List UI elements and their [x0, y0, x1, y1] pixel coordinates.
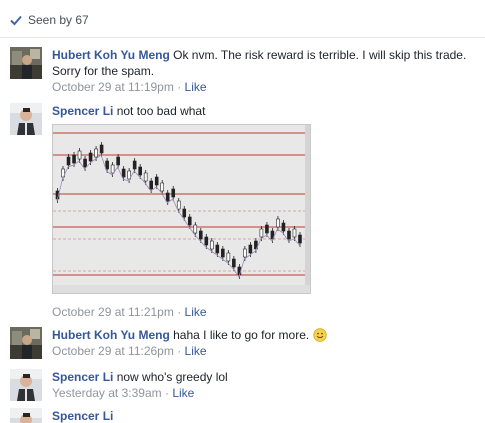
comment-timestamp[interactable]: October 29 at 11:26pm	[52, 344, 174, 358]
candle-body	[248, 244, 253, 254]
candle-body	[160, 182, 165, 192]
candle-body	[292, 228, 297, 238]
candle-body	[99, 144, 104, 154]
comment-author[interactable]: Spencer Li	[52, 409, 113, 423]
candle-body	[276, 218, 280, 228]
candle-body	[221, 248, 225, 258]
like-link[interactable]: Like	[185, 80, 207, 94]
candle-body	[243, 248, 247, 258]
candle-body	[143, 172, 148, 182]
candle-body	[287, 230, 291, 240]
smiley-emoji-icon	[312, 328, 327, 342]
candle-body	[182, 208, 187, 218]
comment-text: not too bad what	[116, 104, 206, 118]
candle-body	[187, 216, 192, 226]
candle-body	[83, 158, 87, 168]
avatar[interactable]	[10, 327, 42, 359]
meta-separator: ·	[177, 305, 182, 319]
candle-body	[281, 222, 286, 232]
meta-separator: ·	[177, 80, 182, 94]
candle-body	[149, 180, 153, 190]
candle-body	[171, 188, 176, 198]
candle-body	[72, 154, 76, 164]
avatar[interactable]	[10, 408, 42, 423]
candle-body	[105, 160, 109, 170]
avatar[interactable]	[10, 103, 42, 135]
candle-body	[154, 176, 159, 186]
comment-timestamp[interactable]: October 29 at 11:21pm	[52, 305, 174, 319]
candle-body	[138, 166, 142, 176]
candlestick-chart-image	[53, 125, 310, 293]
candle-body	[204, 236, 209, 246]
candle-body	[116, 156, 120, 166]
like-link[interactable]: Like	[185, 344, 207, 358]
attached-chart-image[interactable]	[52, 124, 311, 294]
seen-by-indicator[interactable]: Seen by 67	[9, 10, 89, 30]
comment-text: now who's greedy lol	[116, 370, 228, 384]
candle-body	[66, 156, 71, 166]
avatar[interactable]	[10, 47, 42, 79]
comment-author[interactable]: Spencer Li	[52, 370, 113, 384]
candle-body	[232, 258, 236, 268]
divider	[0, 37, 485, 38]
candle-body	[198, 230, 203, 240]
candle-body	[94, 148, 98, 158]
candle-body	[165, 192, 170, 202]
comment-author[interactable]: Hubert Koh Yu Meng	[52, 328, 170, 342]
like-link[interactable]: Like	[185, 305, 207, 319]
candle-body	[77, 150, 82, 160]
candle-body	[110, 164, 115, 174]
meta-separator: ·	[177, 344, 182, 358]
candle-body	[88, 152, 93, 162]
candle-body	[121, 168, 126, 178]
like-link[interactable]: Like	[172, 386, 194, 400]
comment-timestamp[interactable]: Yesterday at 3:39am	[52, 386, 162, 400]
comment-author[interactable]: Hubert Koh Yu Meng	[52, 48, 170, 62]
candle-body	[215, 244, 220, 254]
meta-separator: ·	[164, 386, 169, 400]
checkmark-icon	[10, 15, 22, 26]
candle-body	[265, 224, 269, 234]
candle-body	[193, 224, 198, 234]
avatar[interactable]	[10, 369, 42, 401]
candle-body	[210, 240, 214, 250]
comment-author[interactable]: Spencer Li	[52, 104, 113, 118]
candle-body	[226, 252, 231, 262]
seen-by-label: Seen by 67	[28, 13, 89, 27]
candle-body	[259, 228, 264, 238]
candle-body	[298, 234, 302, 244]
comment-timestamp[interactable]: October 29 at 11:19pm	[52, 80, 174, 94]
comment-text: haha I like to go for more.	[173, 328, 310, 342]
candle-body	[176, 200, 181, 210]
candle-body	[132, 160, 137, 170]
